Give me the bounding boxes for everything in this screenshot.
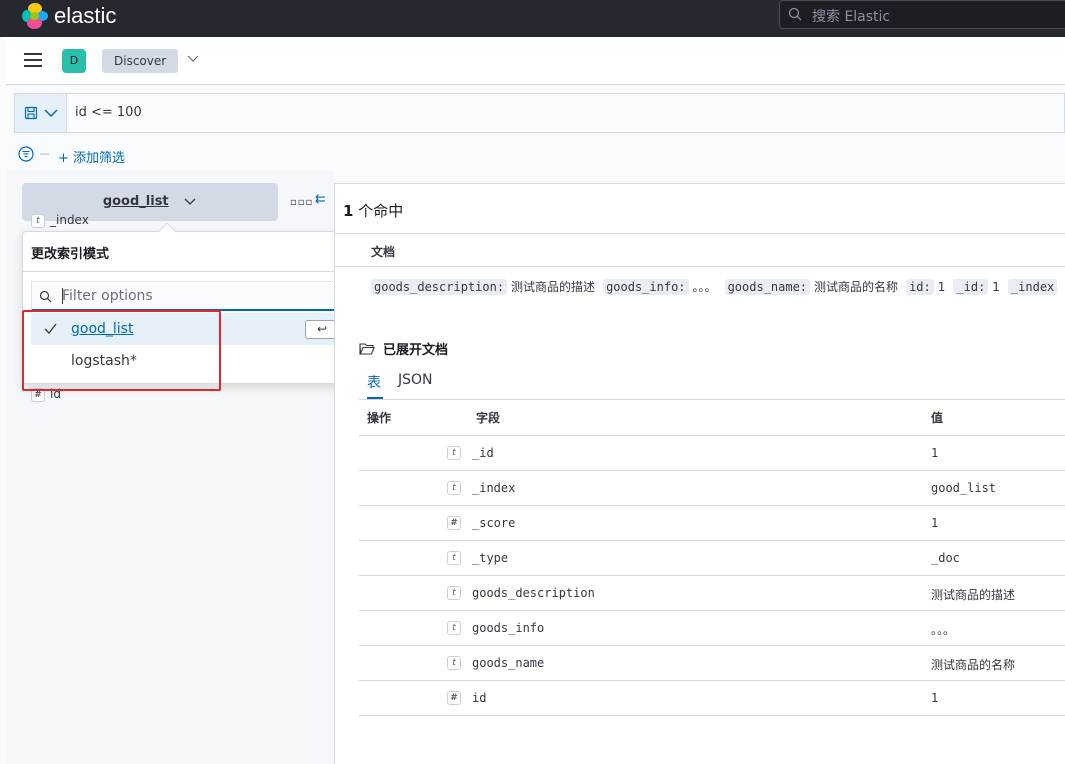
table-row[interactable]: # _score 1 xyxy=(359,506,1065,541)
doc-view-tabs: 表 JSON xyxy=(359,370,1065,400)
string-type-icon: t xyxy=(447,621,461,635)
table-row[interactable]: t goods_info 。。。 xyxy=(359,611,1065,646)
highlight-annotation-box xyxy=(22,310,221,391)
field-name: goods_info xyxy=(472,621,545,635)
top-navigation-bar: elastic 搜索 Elastic xyxy=(0,0,1065,37)
string-type-icon: t xyxy=(447,446,461,460)
field-name: _index xyxy=(50,213,89,227)
filter-options-input[interactable]: Filter options xyxy=(31,281,351,311)
field-name: _id xyxy=(472,446,494,460)
table-row[interactable]: t _index good_list xyxy=(359,471,1065,506)
summary-value: 测试商品的名称 xyxy=(814,280,899,294)
saved-query-button[interactable] xyxy=(15,94,67,132)
document-field-table: 操作 字段 值 t _id 1 t _index good_list # _score 1 t _t… xyxy=(359,400,1065,716)
header-action: 操作 xyxy=(367,411,392,425)
table-row[interactable]: t _type _doc xyxy=(359,541,1065,576)
add-filter-button[interactable]: + 添加筛选 xyxy=(58,147,125,166)
summary-key: goods_name: xyxy=(724,279,811,295)
header-value: 值 xyxy=(931,411,944,425)
summary-value: 测试商品的描述 xyxy=(511,280,596,294)
field-value: 。。。 xyxy=(931,623,956,637)
query-input[interactable]: id <= 100 xyxy=(75,105,142,120)
app-header: D Discover xyxy=(6,37,1065,85)
summary-key: _id: xyxy=(953,279,989,295)
summary-value: 1 xyxy=(992,280,1000,294)
space-avatar[interactable]: D xyxy=(62,49,86,73)
chevron-down-icon[interactable] xyxy=(186,51,200,69)
field-name: _score xyxy=(472,516,516,530)
summary-key: goods_description: xyxy=(371,279,508,295)
document-column-header: 文档 xyxy=(335,233,1065,267)
folder-open-icon xyxy=(359,342,375,359)
table-row[interactable]: t goods_name 测试商品的名称 xyxy=(359,646,1065,681)
collapse-sidebar-icon[interactable]: ⇇ xyxy=(315,192,326,207)
chevron-down-icon xyxy=(44,109,58,118)
filter-row: + 添加筛选 xyxy=(18,145,125,167)
summary-key: goods_info: xyxy=(603,279,689,295)
filter-options-placeholder: Filter options xyxy=(62,288,153,304)
table-row[interactable]: t goods_description 测试商品的描述 xyxy=(359,576,1065,611)
index-pattern-label: good_list xyxy=(102,194,169,209)
field-name: goods_name xyxy=(472,656,545,670)
document-panel: 1 个命中 文档 goods_description: 测试商品的描述 goods_… xyxy=(334,183,1065,764)
tab-json[interactable]: JSON xyxy=(398,372,433,399)
more-options-icon[interactable]: ▫▫▫ xyxy=(290,197,313,208)
table-header-row: 操作 字段 值 xyxy=(359,400,1065,436)
elastic-logo-icon[interactable] xyxy=(22,3,48,29)
field-value: _doc xyxy=(931,551,960,565)
field-value: good_list xyxy=(931,481,997,495)
search-icon xyxy=(39,290,52,307)
document-summary-row[interactable]: goods_description: 测试商品的描述 goods_info:。。。 g… xyxy=(371,278,1065,300)
tab-table[interactable]: 表 xyxy=(367,372,383,399)
breadcrumb-discover[interactable]: Discover xyxy=(102,49,179,73)
header-field: 字段 xyxy=(476,411,501,425)
text-caret xyxy=(62,288,63,304)
string-type-icon: t xyxy=(447,586,461,600)
string-type-icon: t xyxy=(447,551,461,565)
search-placeholder: 搜索 Elastic xyxy=(812,9,891,25)
summary-value: 1 xyxy=(937,280,946,294)
summary-key: id: xyxy=(906,279,934,295)
sidebar-field[interactable]: t _index xyxy=(31,213,89,233)
chevron-down-icon xyxy=(184,198,196,205)
divider xyxy=(23,271,358,272)
field-value: 1 xyxy=(931,516,939,530)
query-bar: id <= 100 xyxy=(14,93,1065,133)
field-value: 1 xyxy=(931,691,939,705)
field-value: 1 xyxy=(931,446,939,460)
popover-title: 更改索引模式 xyxy=(31,247,110,262)
expanded-document-title: 已展开文档 xyxy=(359,339,448,359)
string-type-icon: t xyxy=(447,656,461,670)
string-type-icon: t xyxy=(31,213,45,228)
save-icon xyxy=(24,106,38,120)
field-name: goods_description xyxy=(472,586,595,600)
table-row[interactable]: # id 1 xyxy=(359,681,1065,716)
field-name: _index xyxy=(472,481,516,495)
summary-key: _index xyxy=(1007,279,1058,295)
number-type-icon: # xyxy=(447,516,461,530)
field-name: id xyxy=(472,691,487,705)
global-search-input[interactable]: 搜索 Elastic xyxy=(779,0,1065,29)
menu-icon[interactable] xyxy=(24,53,42,67)
summary-value: 。。。 xyxy=(692,280,717,294)
table-row[interactable]: t _id 1 xyxy=(359,436,1065,471)
field-value: 测试商品的描述 xyxy=(931,588,1016,602)
document-column-label: 文档 xyxy=(371,245,396,259)
hits-count: 1 个命中 xyxy=(343,202,404,220)
brand-name: elastic xyxy=(54,3,117,28)
search-icon xyxy=(788,7,802,25)
field-value: 测试商品的名称 xyxy=(931,658,1016,672)
filter-icon[interactable] xyxy=(18,145,54,163)
number-type-icon: # xyxy=(447,691,461,705)
string-type-icon: t xyxy=(447,481,461,495)
field-name: _type xyxy=(472,551,509,565)
